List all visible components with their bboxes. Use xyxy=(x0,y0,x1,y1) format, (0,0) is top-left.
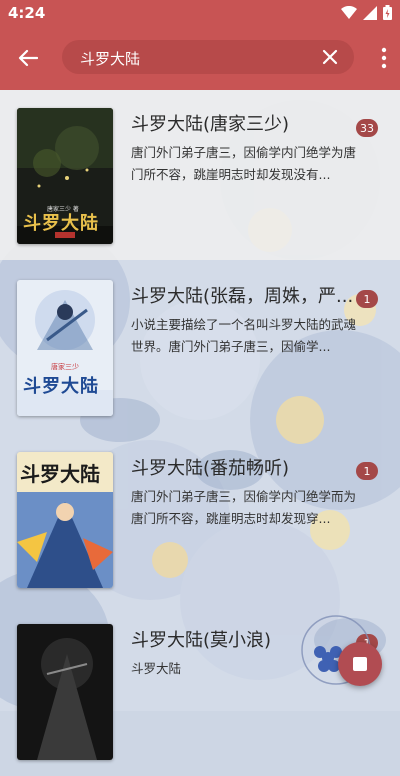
stop-button[interactable] xyxy=(338,642,382,686)
list-item[interactable]: 斗罗大陆 斗罗大陆(番茄畅听) 1 唐门外门弟子唐三，因偷学内门绝学而为唐门所不… xyxy=(0,434,400,604)
status-time: 4:24 xyxy=(8,4,46,22)
stop-icon xyxy=(353,657,367,671)
cover-title: 斗罗大陆 xyxy=(23,213,99,234)
book-cover: 斗罗大陆 xyxy=(17,452,113,588)
search-input[interactable]: 斗罗大陆 xyxy=(62,40,354,74)
wifi-icon xyxy=(341,5,357,19)
book-cover-art xyxy=(17,624,113,760)
list-item[interactable]: 唐家三少 著 斗罗大陆 斗罗大陆(唐家三少) 33 唐门外门弟子唐三，因偷学内门… xyxy=(0,90,400,260)
source-count-badge: 1 xyxy=(356,290,378,308)
book-title: 斗罗大陆(番茄畅听) xyxy=(131,458,290,479)
signal-icon xyxy=(363,5,377,20)
book-cover: 唐家三少 著 斗罗大陆 xyxy=(17,108,113,244)
status-bar: 4:24 xyxy=(0,0,400,26)
status-icons xyxy=(341,5,392,20)
back-button[interactable] xyxy=(10,40,46,76)
more-vertical-icon[interactable] xyxy=(378,46,390,70)
cover-author: 唐家三少 xyxy=(51,363,79,371)
close-icon[interactable] xyxy=(320,47,340,67)
book-description: 唐门外门弟子唐三，因偷学内门绝学而为唐门所不容，跳崖明志时却发现穿... xyxy=(131,489,357,526)
list-item[interactable]: 唐家三少 斗罗大陆 斗罗大陆(张磊，周姝，严... 1 小说主要描绘了一个名叫斗… xyxy=(0,262,400,432)
book-title: 斗罗大陆(唐家三少) xyxy=(131,114,290,135)
book-cover xyxy=(17,624,113,760)
source-count-badge: 33 xyxy=(356,119,378,137)
book-description: 小说主要描绘了一个名叫斗罗大陆的武魂世界。唐门外门弟子唐三，因偷学... xyxy=(131,317,357,354)
book-description: 唐门外门弟子唐三，因偷学内门绝学为唐门所不容，跳崖明志时却发现没有... xyxy=(131,145,357,182)
battery-icon xyxy=(383,5,392,20)
book-title: 斗罗大陆(张磊，周姝，严... xyxy=(131,286,354,307)
book-cover: 唐家三少 斗罗大陆 xyxy=(17,280,113,416)
source-count-badge: 1 xyxy=(356,462,378,480)
search-query[interactable]: 斗罗大陆 xyxy=(80,48,140,69)
cover-title: 斗罗大陆 xyxy=(23,376,99,397)
cover-title: 斗罗大陆 xyxy=(20,462,100,486)
arrow-left-icon xyxy=(18,49,38,67)
search-toolbar: 斗罗大陆 xyxy=(0,26,400,90)
